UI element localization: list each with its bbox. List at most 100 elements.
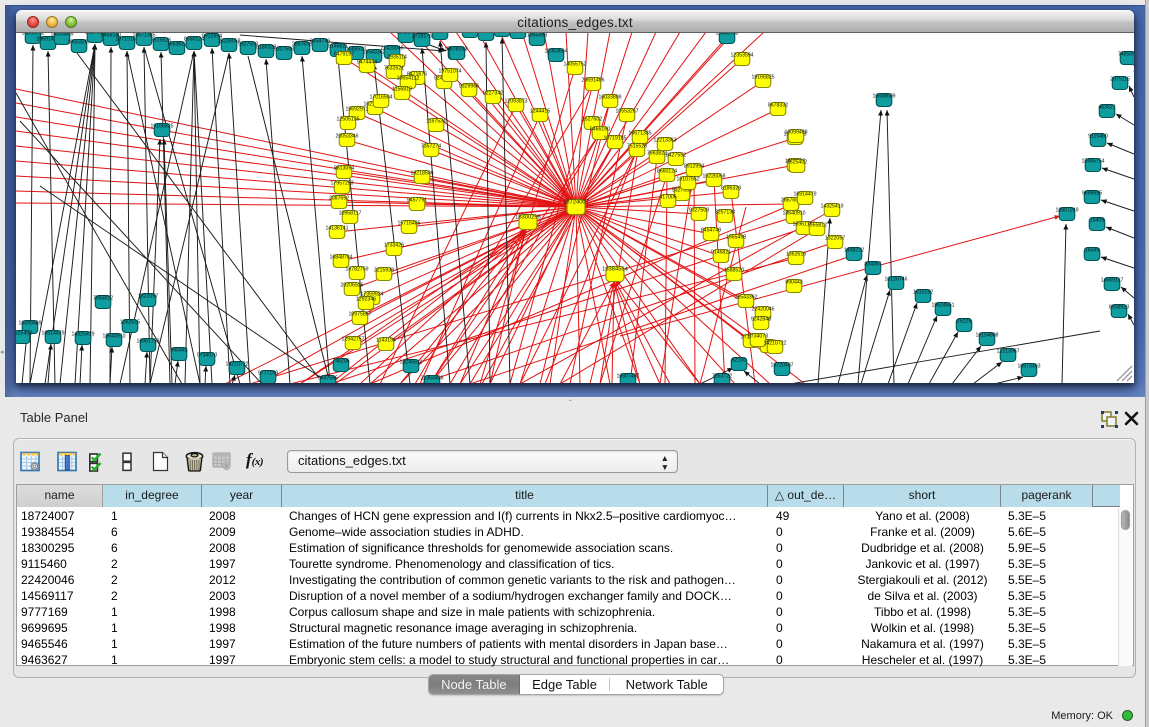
svg-text:990443: 990443: [170, 348, 187, 354]
svg-text:9474444: 9474444: [357, 60, 377, 66]
svg-text:16033809: 16033809: [598, 95, 621, 101]
svg-text:1498222: 1498222: [844, 248, 864, 254]
svg-text:7485063: 7485063: [1118, 52, 1134, 58]
svg-text:19166825: 19166825: [751, 75, 774, 81]
svg-text:9329966: 9329966: [459, 84, 479, 90]
svg-text:7625402: 7625402: [16, 331, 32, 337]
svg-text:16914479: 16914479: [41, 331, 64, 337]
svg-text:18300295: 18300295: [515, 215, 541, 221]
svg-text:16543362: 16543362: [734, 295, 757, 301]
svg-text:1615152: 1615152: [913, 290, 933, 296]
svg-text:9227342: 9227342: [483, 91, 503, 97]
svg-text:10719185: 10719185: [603, 136, 626, 142]
svg-text:8678332: 8678332: [447, 47, 467, 53]
svg-text:990443: 990443: [785, 280, 802, 286]
svg-text:19166825: 19166825: [150, 124, 173, 130]
svg-text:3215938: 3215938: [374, 268, 394, 274]
svg-text:10553267: 10553267: [615, 109, 638, 115]
svg-text:1322057: 1322057: [825, 236, 845, 242]
svg-text:15751074: 15751074: [438, 69, 461, 75]
svg-text:8186328: 8186328: [721, 186, 741, 192]
svg-text:2087652: 2087652: [329, 196, 349, 202]
svg-text:14569117: 14569117: [1101, 278, 1124, 284]
svg-text:1965498: 1965498: [527, 33, 547, 39]
svg-text:62160: 62160: [732, 358, 747, 364]
svg-text:8660124: 8660124: [657, 169, 677, 175]
svg-text:7663822: 7663822: [647, 151, 667, 157]
svg-text:19524551: 19524551: [931, 303, 954, 309]
svg-text:12353594: 12353594: [544, 49, 567, 55]
svg-text:6466160: 6466160: [590, 127, 610, 133]
svg-text:7863722: 7863722: [712, 374, 732, 380]
svg-text:16671385: 16671385: [628, 131, 651, 137]
svg-text:16099489: 16099489: [784, 130, 807, 136]
svg-text:9457791: 9457791: [407, 198, 427, 204]
svg-text:10973493: 10973493: [1017, 364, 1040, 370]
svg-text:10120746: 10120746: [884, 277, 907, 283]
svg-text:17016504: 17016504: [369, 95, 392, 101]
svg-text:18245514: 18245514: [399, 360, 422, 366]
svg-text:16961758: 16961758: [136, 339, 159, 345]
svg-text:1292346: 1292346: [356, 297, 376, 303]
svg-text:5734073: 5734073: [748, 334, 768, 340]
svg-text:14055752: 14055752: [563, 62, 586, 68]
svg-text:12942757: 12942757: [341, 337, 364, 343]
svg-text:6497565: 6497565: [318, 376, 338, 382]
svg-text:20053346: 20053346: [335, 134, 358, 140]
svg-text:14325419: 14325419: [820, 204, 843, 210]
svg-text:16914479: 16914479: [793, 192, 816, 198]
svg-text:12213967: 12213967: [996, 349, 1019, 355]
svg-text:16033809: 16033809: [50, 33, 73, 38]
svg-text:9327508: 9327508: [689, 208, 709, 214]
svg-text:14210722: 14210722: [763, 341, 786, 347]
svg-text:884067: 884067: [864, 262, 881, 268]
svg-text:8912954: 8912954: [684, 164, 704, 170]
svg-text:15226058: 15226058: [702, 174, 725, 180]
svg-text:3267130: 3267130: [715, 210, 735, 216]
svg-text:1362615: 1362615: [120, 320, 140, 326]
svg-text:1167534: 1167534: [426, 119, 446, 125]
svg-text:1733426: 1733426: [384, 243, 404, 249]
svg-text:14210722: 14210722: [225, 362, 248, 368]
svg-text:20206526: 20206526: [340, 283, 363, 289]
svg-text:18724007: 18724007: [563, 200, 589, 206]
svg-text:1244415: 1244415: [530, 109, 550, 115]
svg-text:6479197: 6479197: [334, 52, 354, 58]
svg-text:2975115: 2975115: [1110, 77, 1130, 83]
svg-text:18640910: 18640910: [782, 211, 805, 217]
svg-text:7632621: 7632621: [384, 66, 404, 72]
svg-text:15692971: 15692971: [345, 107, 368, 113]
svg-text:2718176: 2718176: [412, 34, 432, 40]
svg-text:9115460: 9115460: [1088, 134, 1108, 140]
svg-text:8813054: 8813054: [334, 166, 354, 172]
svg-text:10688609: 10688609: [872, 94, 895, 100]
svg-text:8678332: 8678332: [768, 103, 788, 109]
svg-text:16782759: 16782759: [345, 267, 368, 273]
svg-text:1322057: 1322057: [138, 294, 158, 300]
svg-text:1156819: 1156819: [392, 87, 412, 93]
svg-text:15495754: 15495754: [1081, 159, 1104, 165]
svg-text:7955812: 7955812: [807, 223, 827, 229]
svg-text:10975867: 10975867: [348, 312, 371, 318]
svg-text:7357274: 7357274: [421, 144, 441, 150]
svg-text:21364436: 21364436: [420, 376, 443, 382]
svg-text:22420046: 22420046: [380, 46, 403, 52]
svg-text:417006: 417006: [659, 195, 676, 201]
svg-text:14325419: 14325419: [71, 332, 94, 338]
svg-text:9242848: 9242848: [751, 317, 771, 323]
svg-text:463627: 463627: [1098, 105, 1115, 111]
svg-text:16549: 16549: [1085, 248, 1100, 254]
svg-text:7625402: 7625402: [787, 160, 807, 166]
svg-text:22420046: 22420046: [751, 307, 774, 313]
svg-text:12353594: 12353594: [730, 53, 753, 59]
svg-text:8454749: 8454749: [701, 228, 721, 234]
svg-text:12093873: 12093873: [504, 99, 527, 105]
svg-text:16099489: 16099489: [18, 321, 41, 327]
svg-text:20691406: 20691406: [581, 78, 604, 84]
svg-text:1362615: 1362615: [786, 252, 806, 258]
svg-text:7515526: 7515526: [627, 144, 647, 150]
svg-text:19384554: 19384554: [602, 267, 629, 273]
svg-text:15720407: 15720407: [770, 363, 793, 369]
svg-text:7955812: 7955812: [93, 296, 113, 302]
svg-text:8938923: 8938923: [1109, 305, 1129, 311]
